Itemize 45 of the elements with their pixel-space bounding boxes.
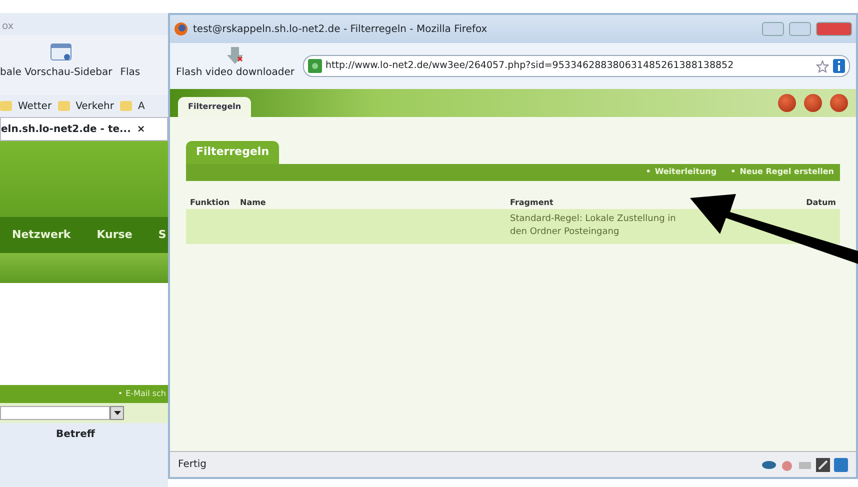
tool-icon[interactable] xyxy=(816,458,830,472)
nav-link[interactable]: Netzwerk xyxy=(12,226,71,244)
bookmark-link[interactable]: Verkehr xyxy=(76,98,114,114)
page-tab[interactable]: Filterregeln xyxy=(178,97,252,117)
folder-icon xyxy=(120,101,132,111)
browser-tab[interactable]: eln.sh.lo-net2.de - te... × xyxy=(0,117,168,141)
dropdown-button[interactable] xyxy=(110,406,124,420)
toolbar-button[interactable]: bale Vorschau-Sidebar xyxy=(0,65,112,80)
column-header: Funktion xyxy=(190,198,230,206)
firefox-icon xyxy=(174,22,188,36)
window-title: test@rskappeln.sh.lo-net2.de - Filterregeln - Mozilla Firefox xyxy=(193,22,488,36)
nav-link[interactable]: S xyxy=(158,226,166,244)
site-icon xyxy=(308,59,322,73)
folder-icon xyxy=(58,101,70,111)
column-header: Fragment xyxy=(510,198,554,206)
bookmark-link[interactable]: Wetter xyxy=(18,98,52,114)
star-icon[interactable] xyxy=(816,60,829,72)
download-arrow-icon xyxy=(226,47,244,65)
bookmark-link[interactable]: A xyxy=(138,98,145,114)
column-header: Betreff xyxy=(56,429,95,440)
address-bar[interactable]: http://www.lo-net2.de/ww3ee/264057.php?sid=953346288380631485261388138852 xyxy=(302,55,850,77)
column-header: Datum xyxy=(806,198,836,206)
tab-title[interactable]: eln.sh.lo-net2.de - te... xyxy=(1,122,131,136)
nav-link[interactable]: Kurse xyxy=(96,226,132,244)
status-text: Fertig xyxy=(178,458,208,472)
toolbar-button[interactable]: Flash video downloader xyxy=(176,65,294,80)
table-cell: Standard-Regel: Lokale Zustellung in den Ordner Posteingang xyxy=(510,214,676,237)
bullet-icon: • xyxy=(730,166,736,178)
caret-icon xyxy=(114,411,120,415)
bullet-icon: • xyxy=(118,388,123,400)
info-icon[interactable] xyxy=(833,59,845,73)
column-header: Name xyxy=(240,198,266,206)
preview-icon[interactable] xyxy=(50,43,72,61)
window-title: ox xyxy=(2,21,14,32)
bullet-icon: • xyxy=(646,166,651,178)
folder-icon xyxy=(0,101,12,111)
select-field[interactable] xyxy=(0,406,110,420)
toolbar-button[interactable]: Flas xyxy=(120,65,140,80)
close-button[interactable] xyxy=(830,94,848,112)
home-button[interactable] xyxy=(804,94,822,112)
url-text[interactable]: http://www.lo-net2.de/ww3ee/264057.php?sid=953346288380631485261388138852 xyxy=(326,58,812,74)
close-icon[interactable]: × xyxy=(136,122,146,136)
help-button[interactable] xyxy=(778,94,796,112)
section-heading: Filterregeln xyxy=(186,141,280,164)
close-button[interactable] xyxy=(816,22,852,36)
